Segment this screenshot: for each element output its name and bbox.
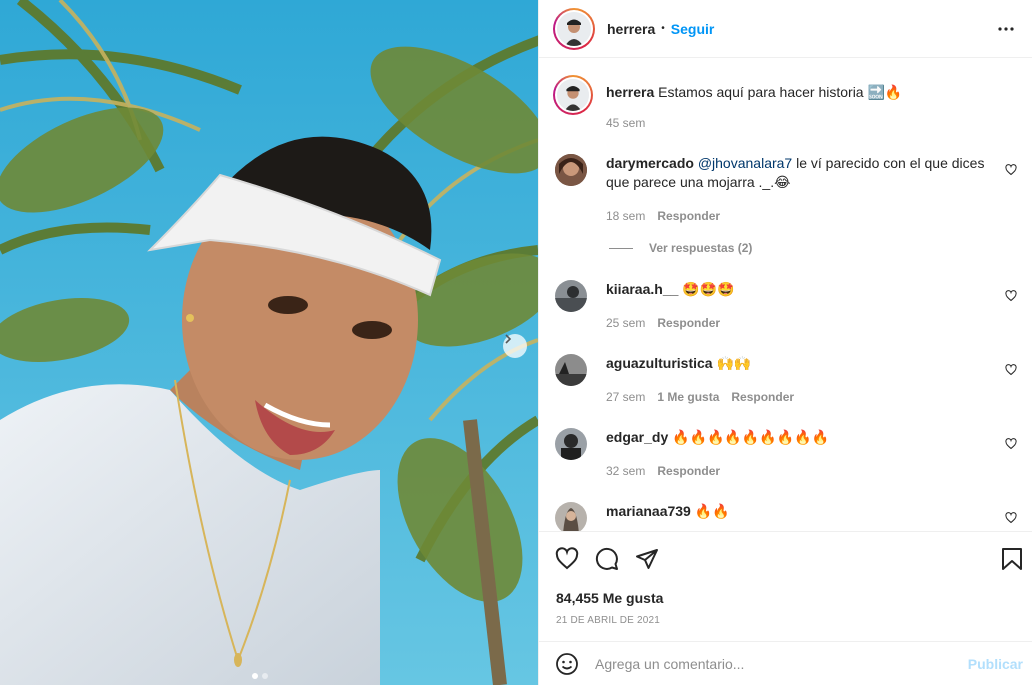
post-date[interactable]: 21 DE ABRIL DE 2021 <box>556 615 660 626</box>
caption-text: herrera Estamos aquí para hacer historia… <box>606 83 996 102</box>
comment-username[interactable]: darymercado <box>606 155 694 171</box>
bookmark-icon[interactable] <box>1001 547 1023 571</box>
comment-item: kiiaraa.h__ 🤩🤩🤩 25 sem Responder <box>555 280 1025 330</box>
comment-input[interactable] <box>595 655 968 672</box>
caption-time[interactable]: 45 sem <box>606 116 645 130</box>
comment-body: 🔥🔥 <box>694 503 730 519</box>
reply-button[interactable]: Responder <box>657 316 720 330</box>
caption-meta: 45 sem <box>606 116 996 130</box>
comment-time[interactable]: 32 sem <box>606 464 645 478</box>
comment-avatar[interactable] <box>555 354 587 386</box>
heart-icon[interactable] <box>1005 364 1017 376</box>
heart-icon[interactable] <box>1005 164 1017 176</box>
add-comment-bar: Publicar <box>539 641 1032 685</box>
action-icons-row <box>555 546 1023 572</box>
comment-username[interactable]: kiiaraa.h__ <box>606 281 678 297</box>
comment-mention[interactable]: @jhovanalara7 <box>698 155 792 171</box>
reply-button[interactable]: Responder <box>657 209 720 223</box>
reply-button[interactable]: Responder <box>731 390 794 404</box>
user-avatar-icon <box>555 280 587 312</box>
comment-body: 🤩🤩🤩 <box>682 281 735 297</box>
heart-icon[interactable] <box>1005 512 1017 524</box>
author-avatar[interactable] <box>553 7 595 50</box>
post-side-panel: herrera • Seguir herrera Estamos aquí pa… <box>538 0 1032 685</box>
likes-count[interactable]: 84,455 Me gusta <box>556 590 663 606</box>
carousel-next-button[interactable] <box>503 334 527 358</box>
caption: herrera Estamos aquí para hacer historia… <box>553 75 1025 130</box>
comment-username[interactable]: marianaa739 <box>606 503 691 519</box>
separator-dot: • <box>661 23 665 34</box>
comment-item: darymercado @jhovanalara7 le ví parecido… <box>555 154 1025 223</box>
heart-icon[interactable] <box>555 547 579 571</box>
comment-body: 🙌🙌 <box>716 355 752 371</box>
comment-username[interactable]: edgar_dy <box>606 429 668 445</box>
follow-button[interactable]: Seguir <box>671 21 715 37</box>
more-horizontal-icon <box>998 26 1014 31</box>
comment-text: kiiaraa.h__ 🤩🤩🤩 <box>606 280 996 299</box>
carousel-indicator <box>252 673 268 679</box>
comment-item: marianaa739 🔥🔥 <box>555 502 1025 531</box>
comment-text: edgar_dy 🔥🔥🔥🔥🔥🔥🔥🔥🔥 <box>606 428 996 447</box>
user-avatar-icon <box>557 11 591 46</box>
comment-text: darymercado @jhovanalara7 le ví parecido… <box>606 154 996 192</box>
user-avatar-icon <box>555 354 587 386</box>
comment-time[interactable]: 27 sem <box>606 390 645 404</box>
comment-meta: 27 sem 1 Me gusta Responder <box>606 390 996 404</box>
comment-likes[interactable]: 1 Me gusta <box>657 390 719 404</box>
caption-avatar[interactable] <box>553 75 593 115</box>
comments-list[interactable]: herrera Estamos aquí para hacer historia… <box>539 59 1032 531</box>
carousel-dot-active <box>252 673 258 679</box>
paper-plane-icon[interactable] <box>635 547 659 571</box>
post-actions: 84,455 Me gusta 21 DE ABRIL DE 2021 <box>539 531 1032 641</box>
user-avatar-icon <box>555 502 587 531</box>
comment-avatar[interactable] <box>555 280 587 312</box>
user-avatar-icon <box>557 79 589 111</box>
smiley-icon[interactable] <box>555 652 579 676</box>
photo-illustration <box>0 0 538 685</box>
heart-icon[interactable] <box>1005 438 1017 450</box>
carousel-dot <box>262 673 268 679</box>
comment-text: aguazulturistica 🙌🙌 <box>606 354 996 373</box>
view-replies-line <box>609 247 633 249</box>
post-header: herrera • Seguir <box>539 0 1032 58</box>
comment-time[interactable]: 18 sem <box>606 209 645 223</box>
view-replies-button[interactable]: Ver respuestas (2) <box>609 241 752 255</box>
comment-text: marianaa739 🔥🔥 <box>606 502 996 521</box>
user-avatar-icon <box>555 154 587 186</box>
caption-body: Estamos aquí para hacer historia 🔜🔥 <box>658 84 903 100</box>
chevron-right-icon <box>505 334 512 344</box>
comment-avatar[interactable] <box>555 428 587 460</box>
comment-avatar[interactable] <box>555 154 587 186</box>
comment-time[interactable]: 25 sem <box>606 316 645 330</box>
more-options-button[interactable] <box>994 17 1018 41</box>
comment-meta: 18 sem Responder <box>606 209 996 223</box>
comment-item: edgar_dy 🔥🔥🔥🔥🔥🔥🔥🔥🔥 32 sem Responder <box>555 428 1025 478</box>
user-avatar-icon <box>555 428 587 460</box>
comment-meta: 32 sem Responder <box>606 464 996 478</box>
caption-username[interactable]: herrera <box>606 84 654 100</box>
comment-username[interactable]: aguazulturistica <box>606 355 713 371</box>
comment-item: aguazulturistica 🙌🙌 27 sem 1 Me gusta Re… <box>555 354 1025 404</box>
view-replies-label: Ver respuestas (2) <box>649 241 753 255</box>
comment-icon[interactable] <box>595 547 619 571</box>
comment-body: 🔥🔥🔥🔥🔥🔥🔥🔥🔥 <box>672 429 830 445</box>
comment-avatar[interactable] <box>555 502 587 531</box>
heart-icon[interactable] <box>1005 290 1017 302</box>
reply-button[interactable]: Responder <box>657 464 720 478</box>
comment-meta: 25 sem Responder <box>606 316 996 330</box>
publish-button[interactable]: Publicar <box>968 656 1023 672</box>
post-photo[interactable] <box>0 0 538 685</box>
author-username[interactable]: herrera <box>607 21 655 37</box>
